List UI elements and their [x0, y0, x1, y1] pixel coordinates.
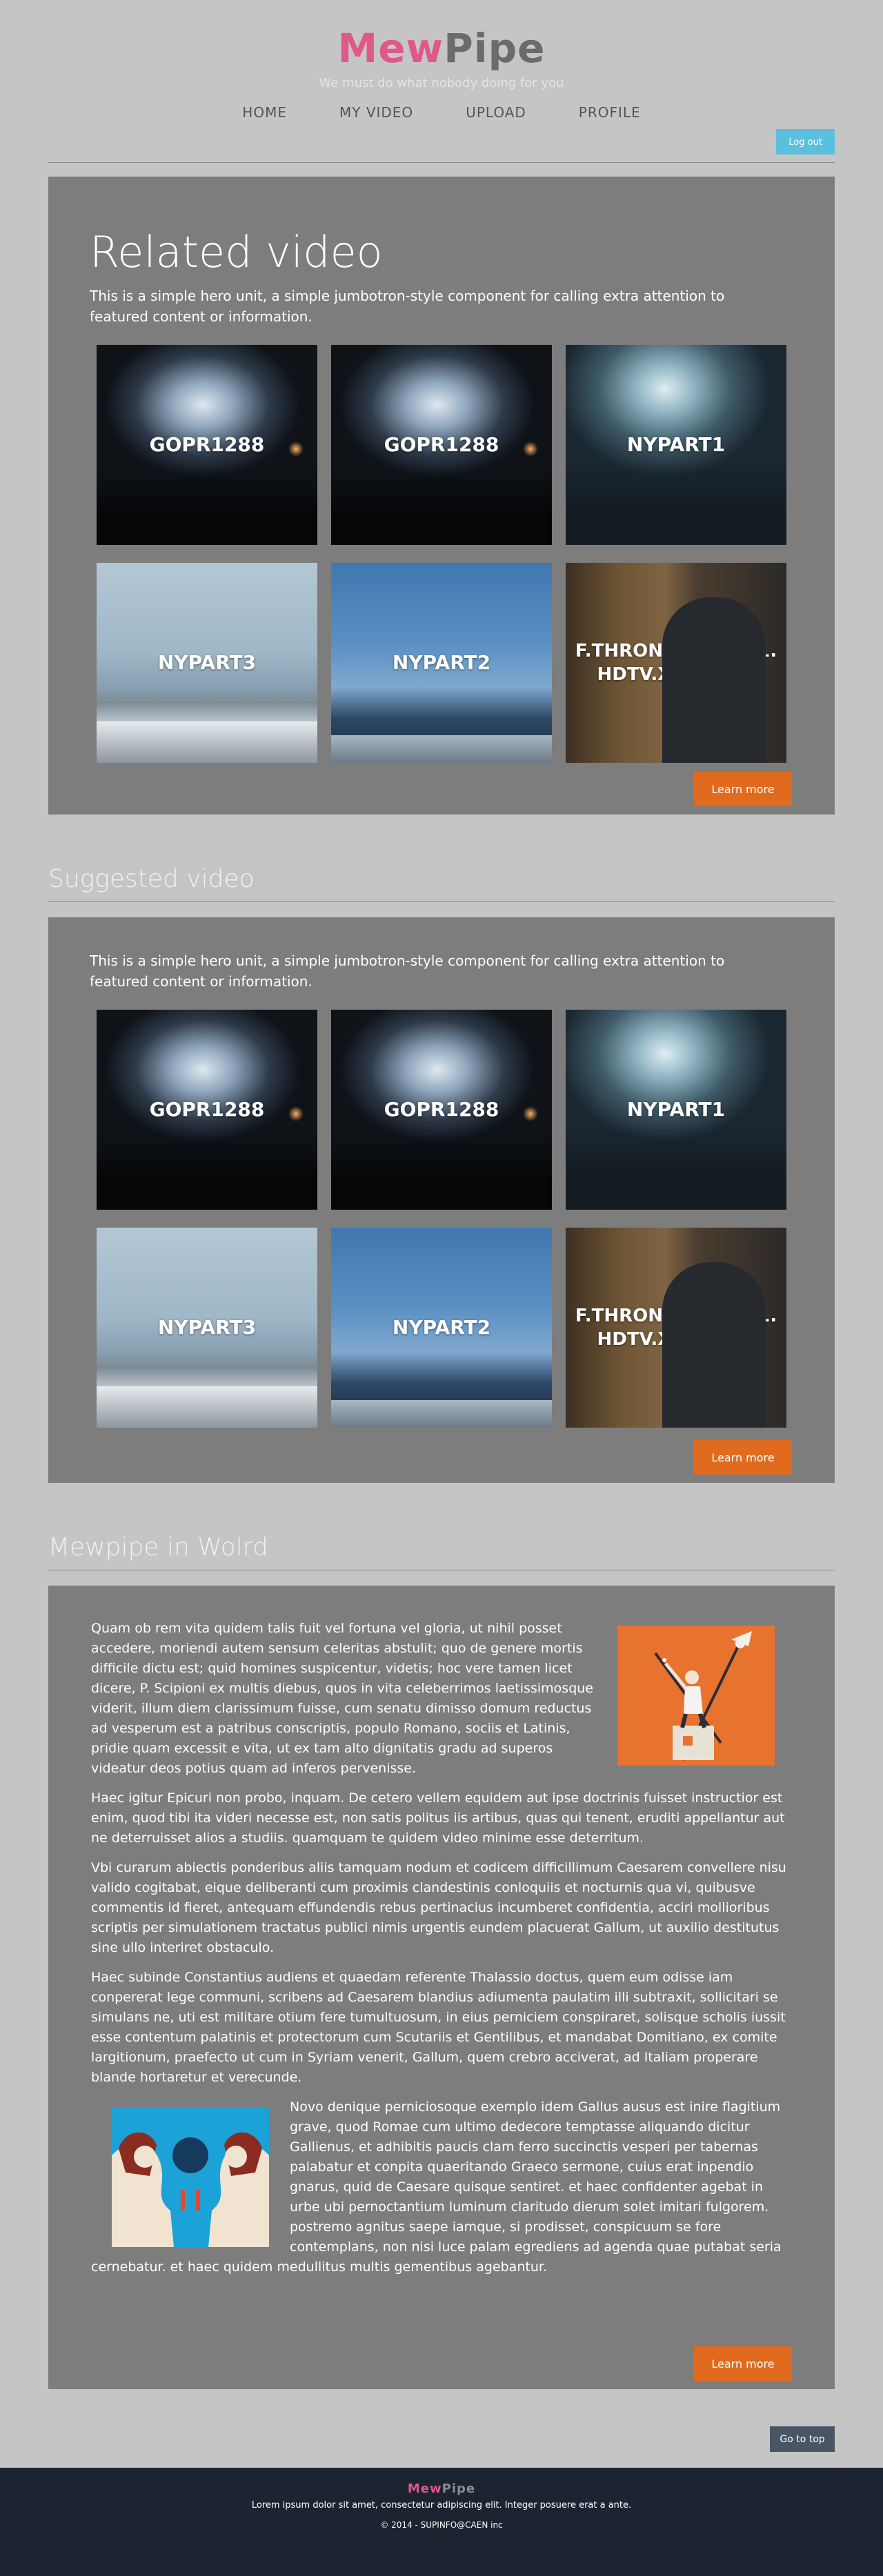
footer-text: Lorem ipsum dolor sit amet, consectetur …	[251, 2500, 632, 2510]
tagline: We must do what nobody doing for you	[319, 76, 564, 90]
video-thumbnail[interactable]: GOPR1288	[97, 345, 317, 545]
video-title: GOPR1288	[149, 1098, 265, 1121]
climber-illustration-icon	[617, 1626, 775, 1766]
video-title: F.THRONES.S05E01.HDTV.XCLUSIVE	[575, 1306, 777, 1350]
world-paragraph-3: Vbi curarum abiectis ponderibus aliis ta…	[91, 1860, 786, 1955]
related-learn-more-button[interactable]: Learn more	[694, 772, 792, 806]
suggested-video-grid: GOPR1288 GOPR1288 NYPART1 NYPART3 NYPART…	[97, 1010, 793, 1428]
illustration-climber	[617, 1626, 775, 1766]
video-title: NYPART1	[626, 1098, 726, 1121]
world-article: Quam ob rem vita quidem talis fuit vel f…	[48, 1586, 835, 2277]
video-title: GOPR1288	[149, 433, 265, 456]
related-lead: This is a simple hero unit, a simple jum…	[90, 288, 725, 325]
logo-pipe: Pipe	[444, 25, 546, 72]
nav-upload[interactable]: UPLOAD	[439, 104, 553, 121]
video-thumbnail[interactable]: F.THRONES.S05E01.HDTV.XCLUSIVE	[566, 1228, 786, 1428]
nav-home[interactable]: HOME	[216, 104, 313, 121]
suggested-lead: This is a simple hero unit, a simple jum…	[90, 952, 725, 990]
main-nav: HOME MY VIDEO UPLOAD PROFILE	[48, 104, 835, 121]
video-title: F.THRONES.S05E01.HDTV.XCLUSIVE	[575, 641, 777, 685]
illustration-conversation	[112, 2107, 269, 2247]
header: MewPipe We must do what nobody doing for…	[48, 0, 835, 157]
world-section: Quam ob rem vita quidem talis fuit vel f…	[48, 1586, 835, 2389]
video-thumbnail[interactable]: NYPART2	[331, 563, 552, 763]
video-thumbnail[interactable]: NYPART3	[97, 563, 317, 763]
footer-copyright: © 2014 - SUPINFO@CAEN inc	[380, 2520, 503, 2530]
video-title: NYPART2	[392, 1316, 491, 1339]
nav-profile[interactable]: PROFILE	[553, 104, 667, 121]
video-thumbnail[interactable]: NYPART1	[566, 345, 786, 545]
world-title: Mewpipe in Wolrd	[48, 1533, 268, 1561]
go-to-top-button[interactable]: Go to top	[770, 2426, 835, 2452]
logo[interactable]: MewPipe	[338, 28, 546, 69]
video-thumbnail[interactable]: NYPART1	[566, 1010, 786, 1210]
world-paragraph-4: Haec subinde Constantius audiens et quae…	[91, 1970, 786, 2085]
related-video-grid: GOPR1288 GOPR1288 NYPART1 NYPART3 NYPART…	[97, 345, 793, 763]
video-title: GOPR1288	[384, 433, 499, 456]
video-thumbnail[interactable]: NYPART2	[331, 1228, 552, 1428]
video-thumbnail[interactable]: GOPR1288	[97, 1010, 317, 1210]
suggested-learn-more-button[interactable]: Learn more	[694, 1440, 792, 1475]
video-title: NYPART3	[157, 1316, 257, 1339]
suggested-divider	[48, 901, 835, 902]
video-thumbnail[interactable]: GOPR1288	[331, 1010, 552, 1210]
footer-logo[interactable]: MewPipe	[0, 2482, 883, 2496]
nav-my-video[interactable]: MY VIDEO	[313, 104, 439, 121]
footer-logo-pipe: Pipe	[442, 2482, 476, 2496]
video-title: NYPART2	[392, 651, 491, 674]
logout-button[interactable]: Log out	[776, 129, 835, 154]
suggested-title: Suggested video	[48, 865, 255, 893]
header-divider	[48, 162, 835, 163]
suggested-header: Suggested video	[48, 864, 835, 895]
related-title: Related video	[90, 227, 383, 277]
logout-row: Log out	[48, 129, 835, 157]
world-paragraph-2: Haec igitur Epicuri non probo, inquam. D…	[91, 1790, 785, 1846]
world-header: Mewpipe in Wolrd	[48, 1532, 835, 1563]
video-thumbnail[interactable]: NYPART3	[97, 1228, 317, 1428]
logo-mew: Mew	[337, 25, 444, 72]
footer: MewPipe Lorem ipsum dolor sit amet, cons…	[0, 2468, 883, 2576]
related-video-section: Related video This is a simple hero unit…	[48, 177, 835, 815]
footer-logo-mew: Mew	[407, 2482, 442, 2496]
video-title: NYPART1	[626, 433, 726, 456]
video-title: GOPR1288	[384, 1098, 499, 1121]
video-thumbnail[interactable]: GOPR1288	[331, 345, 552, 545]
suggested-video-section: This is a simple hero unit, a simple jum…	[48, 917, 835, 1483]
video-title: NYPART3	[157, 651, 257, 674]
world-learn-more-button[interactable]: Learn more	[694, 2346, 792, 2381]
conversation-illustration-icon	[112, 2107, 269, 2247]
brand: MewPipe	[48, 0, 835, 69]
video-thumbnail[interactable]: F.THRONES.S05E01.HDTV.XCLUSIVE	[566, 563, 786, 763]
